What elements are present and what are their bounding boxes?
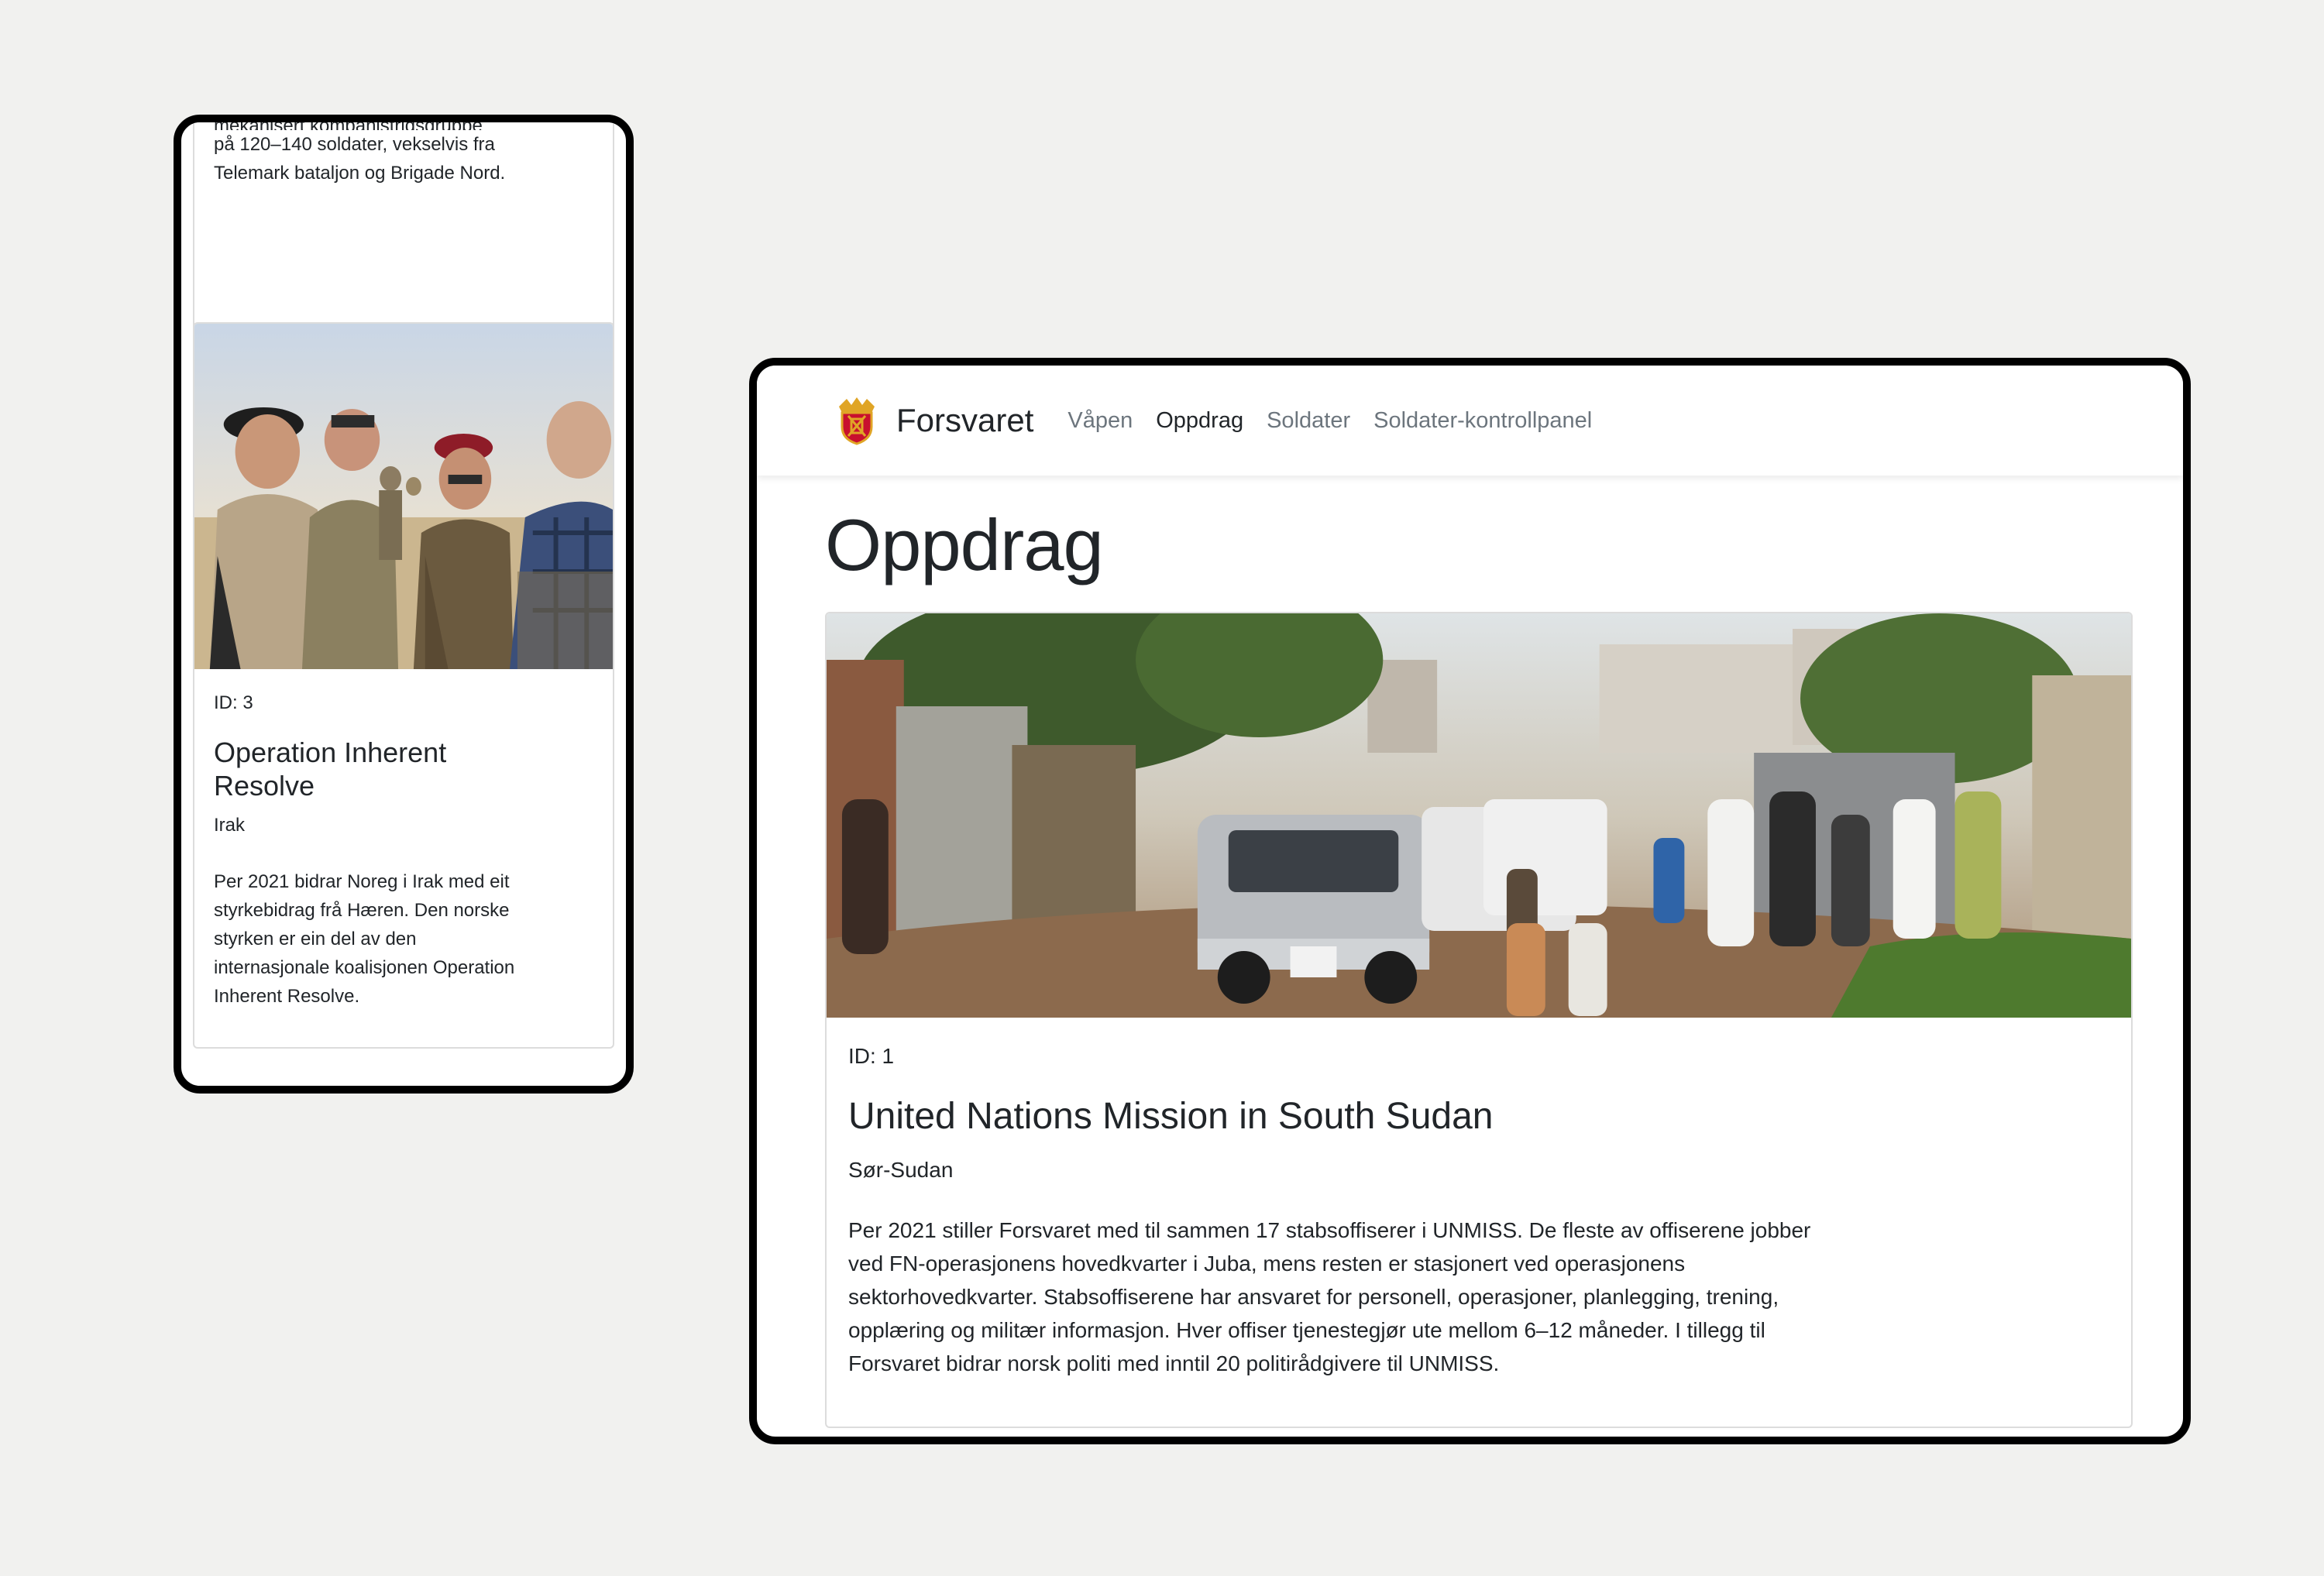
mission-id: ID: 1 bbox=[848, 1044, 895, 1068]
mission-card-body: ID: 3 Operation Inherent Resolve Irak Pe… bbox=[194, 669, 613, 1011]
nav-link-soldater-kontrollpanel[interactable]: Soldater-kontrollpanel bbox=[1373, 408, 1592, 434]
navbar-brand[interactable]: Forsvaret bbox=[834, 396, 1033, 445]
mission-card-description: mekanisert kompanistridsgruppe på 120–14… bbox=[214, 122, 524, 187]
mission-description: Per 2021 bidrar Noreg i Irak med eit sty… bbox=[214, 871, 515, 1007]
mission-card: ID: 1 United Nations Mission in South Su… bbox=[825, 612, 2133, 1428]
mission-title: United Nations Mission in South Sudan bbox=[848, 1096, 1494, 1137]
mobile-device-frame: mekanisert kompanistridsgruppe på 120–14… bbox=[174, 115, 634, 1094]
mission-card-body: ID: 1 United Nations Mission in South Su… bbox=[827, 1018, 2131, 1380]
street-scene-photo bbox=[827, 613, 2131, 1018]
mission-location: Sør-Sudan bbox=[848, 1158, 954, 1182]
mission-card: ID: 3 Operation Inherent Resolve Irak Pe… bbox=[193, 322, 614, 1049]
mobile-viewport[interactable]: mekanisert kompanistridsgruppe på 120–14… bbox=[181, 122, 626, 1086]
nav-link-vapen[interactable]: Våpen bbox=[1067, 408, 1133, 434]
mission-location: Irak bbox=[214, 815, 246, 836]
page-title: Oppdrag bbox=[825, 504, 1104, 585]
forsvaret-crest-icon bbox=[839, 397, 875, 445]
nav-link-soldater[interactable]: Soldater bbox=[1267, 408, 1350, 434]
desktop-device-frame: Forsvaret Våpen Oppdrag Soldater Soldate… bbox=[749, 358, 2191, 1444]
mission-description: Per 2021 stiller Forsvaret med til samme… bbox=[848, 1218, 1811, 1375]
mission-id: ID: 3 bbox=[214, 692, 253, 713]
clipped-text-line: mekanisert kompanistridsgruppe bbox=[214, 115, 483, 130]
navbar: Forsvaret Våpen Oppdrag Soldater Soldate… bbox=[757, 366, 2183, 476]
brand-name: Forsvaret bbox=[896, 402, 1034, 438]
nav-link-oppdrag[interactable]: Oppdrag bbox=[1156, 408, 1243, 434]
description-text: på 120–140 soldater, vekselvis fra Telem… bbox=[214, 134, 506, 184]
mission-title: Operation Inherent Resolve bbox=[214, 736, 447, 802]
soldiers-photo bbox=[194, 324, 613, 669]
